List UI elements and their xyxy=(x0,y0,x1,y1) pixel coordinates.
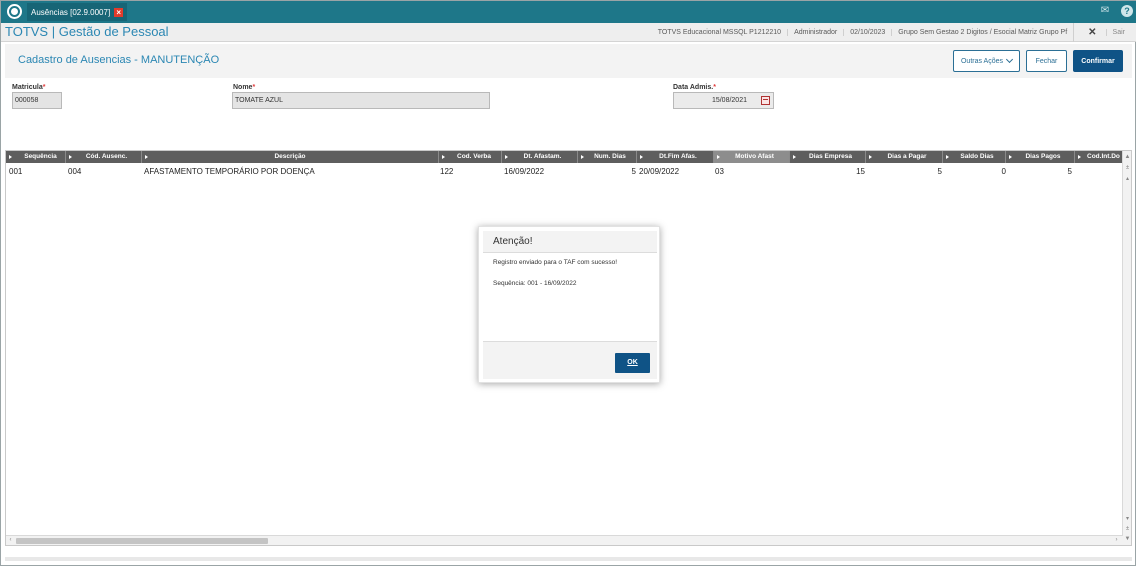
nome-label-text: Nome xyxy=(233,84,253,91)
column-dt-afastam[interactable]: Dt. Afastam. xyxy=(502,151,578,163)
other-actions-label: Outras Ações xyxy=(960,57,1004,65)
data-admis-label-text: Data Admis. xyxy=(673,84,714,91)
scroll-bottom-icon[interactable]: ▼ xyxy=(1123,535,1131,544)
confirm-label: Confirmar xyxy=(1081,57,1115,65)
app-window: Ausências [02.9.0007] × ✉ ? TOTVS | Gest… xyxy=(0,0,1136,566)
environment-info: TOTVS Educacional MSSQL P1212210 Adminis… xyxy=(652,23,1136,42)
required-marker: * xyxy=(42,84,46,91)
data-admis-value: 15/08/2021 xyxy=(711,97,747,104)
close-button[interactable]: Fechar xyxy=(1026,50,1067,72)
cell-cod-verba: 122 xyxy=(440,167,454,176)
cell-cod-ausenc: 004 xyxy=(68,167,82,176)
column-descricao[interactable]: Descrição xyxy=(142,151,439,163)
app-header: TOTVS | Gestão de Pessoal TOTVS Educacio… xyxy=(1,23,1136,42)
cell-descricao: AFASTAMENTO TEMPORÁRIO POR DOENÇA xyxy=(144,167,315,176)
cell-sequencia: 001 xyxy=(9,167,23,176)
logout-button[interactable]: ✕ Sair xyxy=(1073,23,1136,42)
environment-name: TOTVS Educacional MSSQL P1212210 xyxy=(657,29,782,36)
calendar-icon[interactable] xyxy=(761,96,770,105)
column-sequencia[interactable]: Sequência xyxy=(6,151,66,163)
close-icon[interactable]: × xyxy=(114,7,124,17)
column-dias-empresa[interactable]: Dias Empresa xyxy=(790,151,866,163)
cell-dt-fim-afas: 20/09/2022 xyxy=(639,167,680,176)
column-num-dias[interactable]: Num. Dias xyxy=(578,151,637,163)
matricula-label: Matricula* xyxy=(12,84,45,91)
ok-button[interactable]: OK xyxy=(615,353,650,373)
chevron-down-icon xyxy=(1005,55,1014,64)
window-tab-label: Ausências [02.9.0007] xyxy=(31,7,111,17)
horizontal-scrollbar[interactable]: ‹ › xyxy=(6,535,1123,545)
cell-dt-afastam: 16/09/2022 xyxy=(504,167,545,176)
nome-field[interactable]: TOMATE AZUL xyxy=(232,92,490,109)
matricula-label-text: Matricula xyxy=(12,84,43,91)
column-cod-ausenc[interactable]: Cód. Ausenc. xyxy=(66,151,142,163)
data-admis-label: Data Admis.* xyxy=(673,84,716,91)
window-tab[interactable]: Ausências [02.9.0007] × xyxy=(27,3,128,21)
other-actions-button[interactable]: Outras Ações xyxy=(953,50,1020,72)
user-name: Administrador xyxy=(787,29,843,36)
cell-num-dias: 5 xyxy=(631,167,636,176)
logout-label: Sair xyxy=(1105,29,1131,36)
form-title: Cadastro de Ausencias - MANUTENÇÃO xyxy=(18,54,220,66)
dialog-title: Atenção! xyxy=(483,231,657,253)
column-cod-int[interactable]: Cod.Int.Do xyxy=(1075,151,1123,163)
column-dt-fim-afas[interactable]: Dt.Fim Afas. xyxy=(637,151,714,163)
column-cod-verba[interactable]: Cod. Verba xyxy=(439,151,502,163)
cell-dias-empresa: 15 xyxy=(856,167,865,176)
footer-bar xyxy=(5,557,1132,561)
confirm-button[interactable]: Confirmar xyxy=(1073,50,1123,72)
help-icon[interactable]: ? xyxy=(1121,5,1133,17)
attention-dialog: Atenção! Registro enviado para o TAF com… xyxy=(478,226,660,383)
column-dias-pagos[interactable]: Dias Pagos xyxy=(1006,151,1075,163)
dialog-message: Registro enviado para o TAF com sucesso! xyxy=(493,259,618,266)
required-marker: * xyxy=(713,84,716,91)
column-saldo-dias[interactable]: Saldo Dias xyxy=(943,151,1006,163)
scroll-page-down-icon[interactable]: ± xyxy=(1123,525,1131,534)
title-bar: Ausências [02.9.0007] × ✉ ? xyxy=(1,1,1136,23)
close-icon: ✕ xyxy=(1088,27,1097,38)
cell-dias-pagos: 5 xyxy=(1067,167,1072,176)
mail-icon[interactable]: ✉ xyxy=(1099,4,1111,18)
required-marker: * xyxy=(252,84,256,91)
cell-dias-a-pagar: 5 xyxy=(937,167,942,176)
titlebar-actions: ✉ ? xyxy=(1099,4,1133,18)
scroll-top-icon[interactable]: ▲ xyxy=(1123,153,1131,162)
data-admis-field[interactable]: 15/08/2021 xyxy=(673,92,774,109)
matricula-field[interactable]: 000058 xyxy=(12,92,62,109)
company-name: Grupo Sem Gestao 2 Digitos / Esocial Mat… xyxy=(891,29,1073,36)
nome-label: Nome* xyxy=(233,84,255,91)
close-label: Fechar xyxy=(1035,57,1058,65)
scroll-page-up-icon[interactable]: ± xyxy=(1123,164,1131,173)
scroll-left-icon[interactable]: ‹ xyxy=(6,536,15,545)
cell-motivo-afast: 03 xyxy=(715,167,724,176)
horizontal-scroll-thumb[interactable] xyxy=(16,538,268,544)
brand-title: TOTVS | Gestão de Pessoal xyxy=(5,24,169,39)
scroll-down-icon[interactable]: ▾ xyxy=(1123,515,1131,524)
cell-saldo-dias: 0 xyxy=(1001,167,1006,176)
column-motivo-afast[interactable]: Motivo Afast xyxy=(714,151,790,163)
vertical-scrollbar[interactable]: ▲ ± ▴ ▾ ± ▼ xyxy=(1122,151,1131,545)
totvs-logo-icon xyxy=(7,4,22,19)
dialog-detail: Sequência: 001 - 16/09/2022 xyxy=(493,280,577,287)
dialog-footer: OK xyxy=(483,341,657,379)
form-header: Cadastro de Ausencias - MANUTENÇÃO Outra… xyxy=(5,44,1132,78)
grid-header: Sequência Cód. Ausenc. Descrição Cod. Ve… xyxy=(6,151,1123,163)
scroll-up-icon[interactable]: ▴ xyxy=(1123,175,1131,184)
system-date: 02/10/2023 xyxy=(843,29,891,36)
table-row[interactable]: 001 004 AFASTAMENTO TEMPORÁRIO POR DOENÇ… xyxy=(6,165,1123,179)
column-dias-a-pagar[interactable]: Dias a Pagar xyxy=(866,151,943,163)
scroll-right-icon[interactable]: › xyxy=(1112,536,1121,545)
